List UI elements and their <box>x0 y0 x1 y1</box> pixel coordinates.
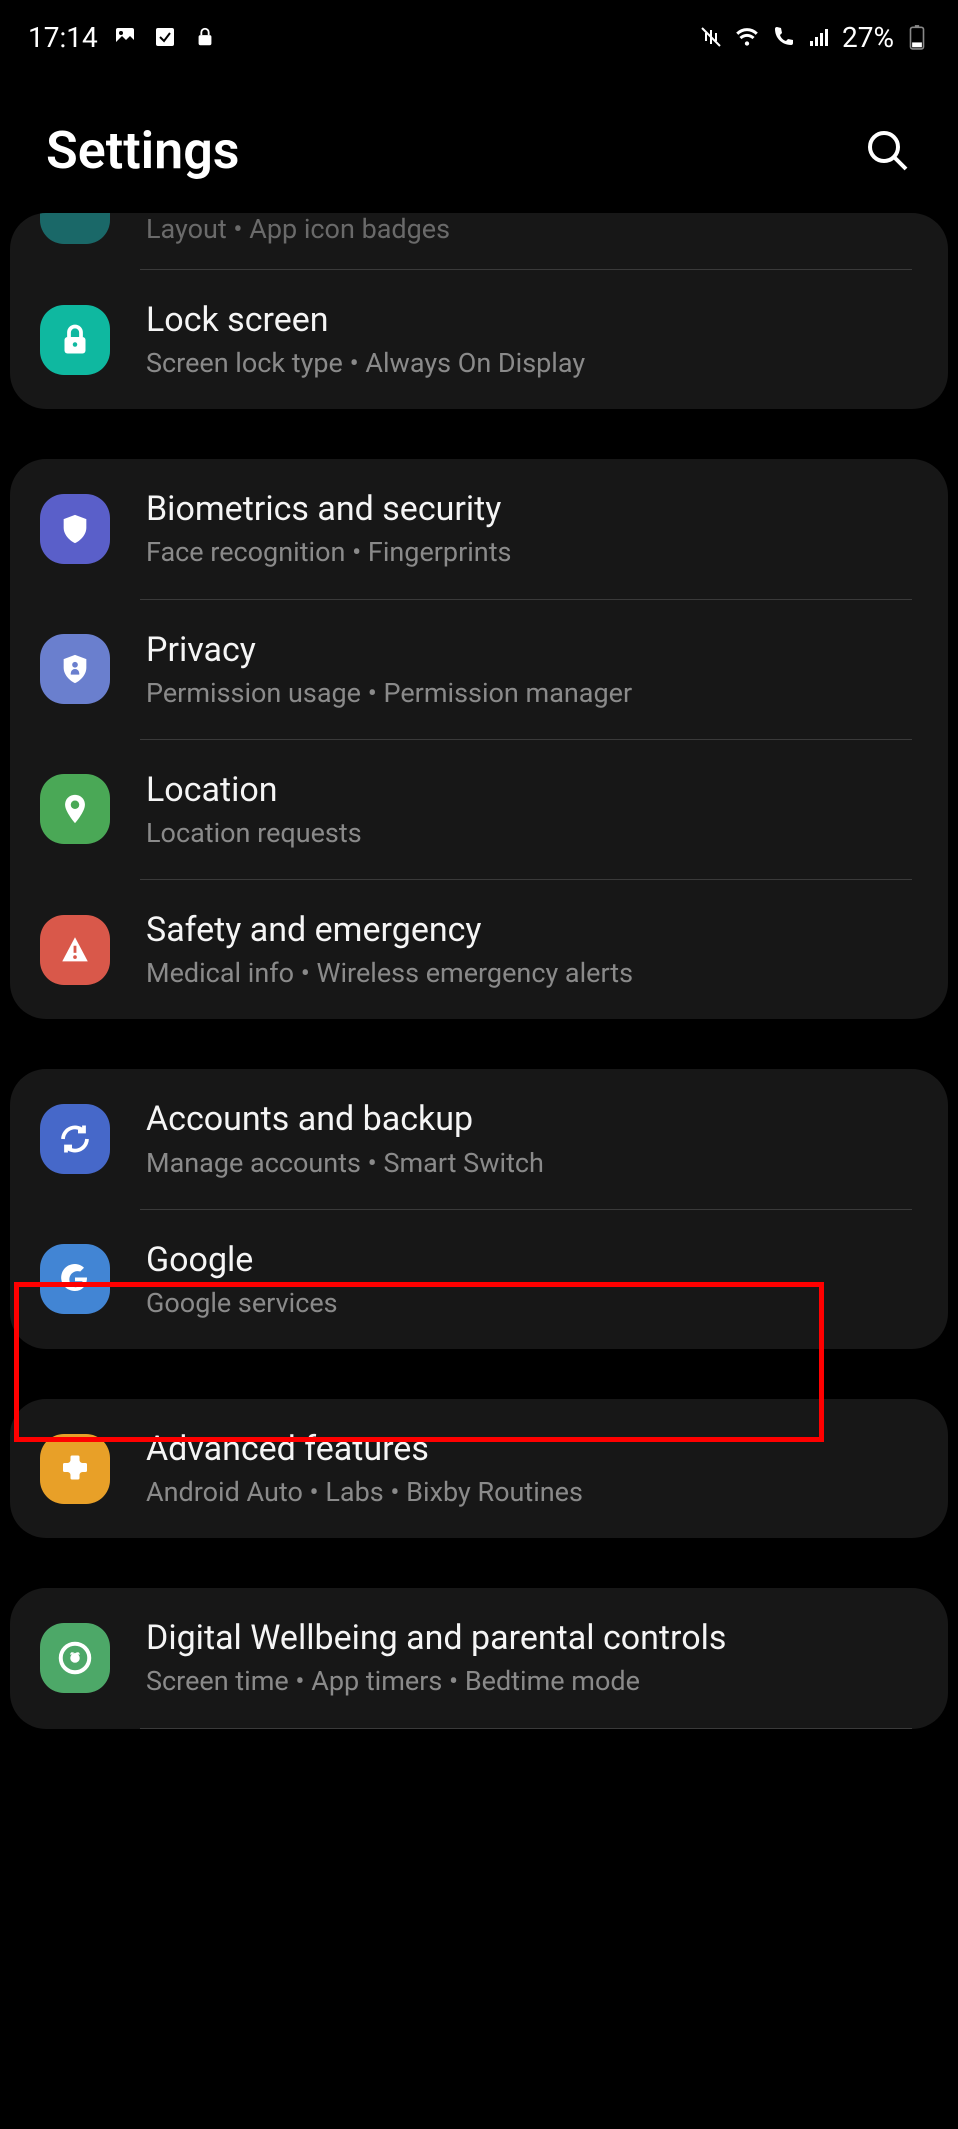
settings-group: Layout • App icon badges Lock screen Scr… <box>10 213 948 409</box>
status-bar-left: 17:14 <box>28 21 218 54</box>
settings-item-title: Biometrics and security <box>146 487 918 531</box>
settings-item-biometrics[interactable]: Biometrics and security Face recognition… <box>10 459 948 598</box>
settings-item-subtitle: Permission usage • Permission manager <box>146 676 918 711</box>
battery-icon <box>904 24 930 50</box>
image-icon <box>112 24 138 50</box>
home-icon <box>40 213 110 244</box>
settings-item-safety[interactable]: Safety and emergency Medical info • Wire… <box>10 880 948 1019</box>
settings-item-subtitle: Screen lock type • Always On Display <box>146 346 918 381</box>
location-icon <box>40 774 110 844</box>
settings-item-subtitle: Manage accounts • Smart Switch <box>146 1146 918 1181</box>
settings-item-subtitle: Layout • App icon badges <box>146 213 918 245</box>
status-time: 17:14 <box>28 21 98 54</box>
settings-content: Layout • App icon badges Lock screen Scr… <box>0 213 958 1729</box>
settings-item-subtitle: Face recognition • Fingerprints <box>146 535 918 570</box>
settings-group: Digital Wellbeing and parental controls … <box>10 1588 948 1728</box>
wifi-icon <box>734 24 760 50</box>
battery-percent: 27% <box>842 21 894 54</box>
sync-icon <box>40 1104 110 1174</box>
wellbeing-icon <box>40 1623 110 1693</box>
status-bar-right: 27% <box>698 21 930 54</box>
settings-item-google[interactable]: Google Google services <box>10 1210 948 1349</box>
privacy-icon <box>40 634 110 704</box>
settings-group: Biometrics and security Face recognition… <box>10 459 948 1019</box>
shield-icon <box>40 494 110 564</box>
settings-item-title: Location <box>146 768 918 812</box>
lock-icon <box>40 305 110 375</box>
settings-item-title: Accounts and backup <box>146 1097 918 1141</box>
settings-group: Advanced features Android Auto • Labs • … <box>10 1399 948 1538</box>
vibrate-icon <box>698 24 724 50</box>
settings-item-subtitle: Medical info • Wireless emergency alerts <box>146 956 918 991</box>
settings-item-title: Privacy <box>146 628 918 672</box>
settings-item-advanced[interactable]: Advanced features Android Auto • Labs • … <box>10 1399 948 1538</box>
status-bar: 17:14 27% <box>0 0 958 70</box>
settings-item-digital-wellbeing[interactable]: Digital Wellbeing and parental controls … <box>10 1588 948 1727</box>
settings-item-title: Safety and emergency <box>146 908 918 952</box>
lock-status-icon <box>192 24 218 50</box>
settings-item-location[interactable]: Location Location requests <box>10 740 948 879</box>
settings-item-title: Google <box>146 1238 918 1282</box>
phone-icon <box>770 24 796 50</box>
settings-item-subtitle: Screen time • App timers • Bedtime mode <box>146 1664 918 1699</box>
google-icon <box>40 1244 110 1314</box>
settings-item-lock-screen[interactable]: Lock screen Screen lock type • Always On… <box>10 270 948 409</box>
settings-item-title: Lock screen <box>146 298 918 342</box>
settings-item-home-screen[interactable]: Layout • App icon badges <box>10 213 948 269</box>
settings-item-title: Advanced features <box>146 1427 918 1471</box>
search-button[interactable] <box>864 127 912 175</box>
settings-item-subtitle: Google services <box>146 1286 918 1321</box>
settings-item-subtitle: Android Auto • Labs • Bixby Routines <box>146 1475 918 1510</box>
checkbox-icon <box>152 24 178 50</box>
page-title: Settings <box>46 120 240 181</box>
header: Settings <box>0 70 958 217</box>
settings-item-subtitle: Location requests <box>146 816 918 851</box>
settings-item-title: Digital Wellbeing and parental controls <box>146 1616 918 1660</box>
divider <box>140 1728 912 1729</box>
emergency-icon <box>40 915 110 985</box>
settings-item-privacy[interactable]: Privacy Permission usage • Permission ma… <box>10 600 948 739</box>
signal-icon <box>806 24 832 50</box>
puzzle-icon <box>40 1434 110 1504</box>
settings-item-accounts-backup[interactable]: Accounts and backup Manage accounts • Sm… <box>10 1069 948 1208</box>
settings-group: Accounts and backup Manage accounts • Sm… <box>10 1069 948 1349</box>
